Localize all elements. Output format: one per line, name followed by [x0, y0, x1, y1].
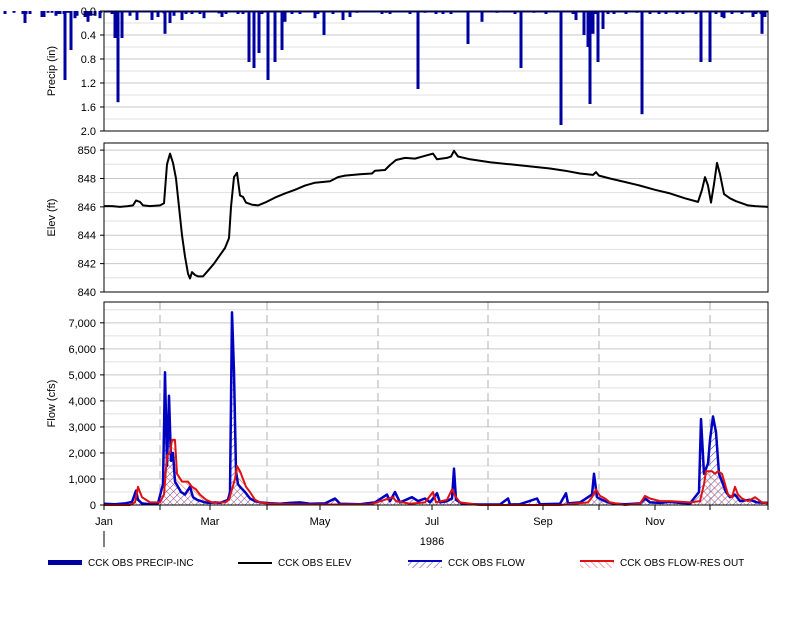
precip-bar: [280, 11, 284, 50]
precip-bar: [168, 11, 172, 23]
y-tick-label: 1.2: [81, 78, 96, 90]
precip-bar: [273, 11, 277, 62]
precip-bar: [582, 11, 586, 35]
legend-item-flow: CCK OBS FLOW: [408, 555, 525, 571]
precip-axis-label: Precip (in): [46, 46, 58, 96]
flow-panel: 0 1,000 2,000 3,000 4,000 5,000 6,000 7,000 Flow…: [46, 301, 769, 512]
x-tick-label: May: [310, 516, 331, 528]
y-tick-label: 846: [78, 202, 96, 214]
legend-label-flow: CCK OBS FLOW: [448, 557, 525, 569]
precip-bar: [42, 11, 46, 17]
precip-bar: [75, 11, 79, 16]
legend-label-precip: CCK OBS PRECIP-INC: [88, 557, 194, 569]
precip-bar: [163, 11, 167, 34]
legend-label-res-out: CCK OBS FLOW-RES OUT: [620, 557, 745, 569]
precip-bar: [120, 11, 124, 38]
y-tick-label: 0: [90, 500, 96, 512]
precip-bar: [28, 11, 32, 14]
precip-bar: [466, 11, 470, 44]
y-tick-label: 0.8: [81, 54, 96, 66]
x-tick-label: Jul: [425, 516, 439, 528]
precip-bar: [588, 11, 592, 104]
year-label: 1986: [420, 536, 444, 548]
x-tick-label: Nov: [645, 516, 665, 528]
precip-bar: [519, 11, 523, 68]
y-tick-label: 1.6: [81, 102, 96, 114]
precip-bar: [69, 11, 73, 50]
y-tick-label: 840: [78, 287, 96, 299]
precip-bar: [247, 11, 251, 62]
legend-item-elev: CCK OBS ELEV: [238, 555, 351, 571]
legend-swatch-res-out: [580, 560, 614, 568]
y-tick-label: 4,000: [68, 396, 96, 408]
precip-bar: [3, 11, 7, 14]
precip-bar: [252, 11, 256, 68]
precip-bar: [596, 11, 600, 62]
precip-bar: [46, 11, 50, 13]
y-tick-label: 3,000: [68, 422, 96, 434]
precip-bar: [559, 11, 563, 125]
precip-bar: [322, 11, 326, 35]
chart-figure: 0.00.40.81.21.62.0Precip (in) 8408428448…: [3, 6, 769, 548]
precip-bar: [66, 11, 70, 13]
precip-bar: [591, 11, 595, 34]
elev-axis-label: Elev (ft): [46, 199, 58, 237]
precip-bar: [50, 11, 54, 13]
precip-bar: [257, 11, 261, 53]
x-tick-label: Sep: [533, 516, 553, 528]
precip-bar: [601, 11, 605, 29]
y-tick-label: 7,000: [68, 318, 96, 330]
legend-item-precip: CCK OBS PRECIP-INC: [48, 555, 194, 571]
precip-panel: 0.0 0.4 0.8 1.2 1.6 2.0 Precip (in): [3, 6, 769, 138]
precip-bar: [266, 11, 270, 80]
x-tick-label: Jan: [95, 516, 113, 528]
precip-bar: [24, 11, 28, 14]
y-tick-label: 5,000: [68, 370, 96, 382]
precip-bar: [708, 11, 712, 62]
precip-bar: [58, 11, 62, 14]
y-tick-label: 848: [78, 173, 96, 185]
legend-swatch-precip: [48, 560, 82, 565]
precip-bar: [699, 11, 703, 62]
flow-axis-label: Flow (cfs): [46, 380, 58, 428]
precip-bar: [63, 11, 67, 80]
precip-bar: [760, 11, 764, 34]
precip-bar: [480, 11, 484, 22]
x-axis: Jan Mar May Jul Sep Nov 1986: [95, 505, 769, 548]
legend-item-res-out: CCK OBS FLOW-RES OUT: [580, 555, 744, 571]
y-tick-label: 0.0: [81, 6, 96, 18]
plot-area: [104, 302, 768, 505]
precip-bar: [55, 11, 59, 14]
y-tick-label: 842: [78, 259, 96, 271]
y-tick-label: 0.4: [81, 30, 96, 42]
y-tick-label: 6,000: [68, 344, 96, 356]
y-tick-label: 850: [78, 145, 96, 157]
precip-bar: [640, 11, 644, 115]
legend: CCK OBS PRECIP-INC CCK OBS ELEV CCK OBS …: [0, 555, 800, 575]
y-tick-label: 844: [78, 230, 96, 242]
x-tick-label: Mar: [201, 516, 220, 528]
legend-swatch-flow: [408, 560, 442, 568]
legend-label-elev: CCK OBS ELEV: [278, 557, 352, 569]
precip-bar: [416, 11, 420, 89]
precip-bar: [283, 11, 287, 22]
precip-bar: [12, 11, 16, 13]
plot-area: [104, 143, 768, 292]
precip-bar: [116, 11, 120, 103]
y-tick-label: 1,000: [68, 474, 96, 486]
legend-swatch-elev: [238, 562, 272, 564]
y-tick-label: 2,000: [68, 448, 96, 460]
y-tick-label: 2.0: [81, 126, 96, 138]
elev-panel: 840 842 844 846 848 850 Elev (ft): [46, 142, 769, 299]
